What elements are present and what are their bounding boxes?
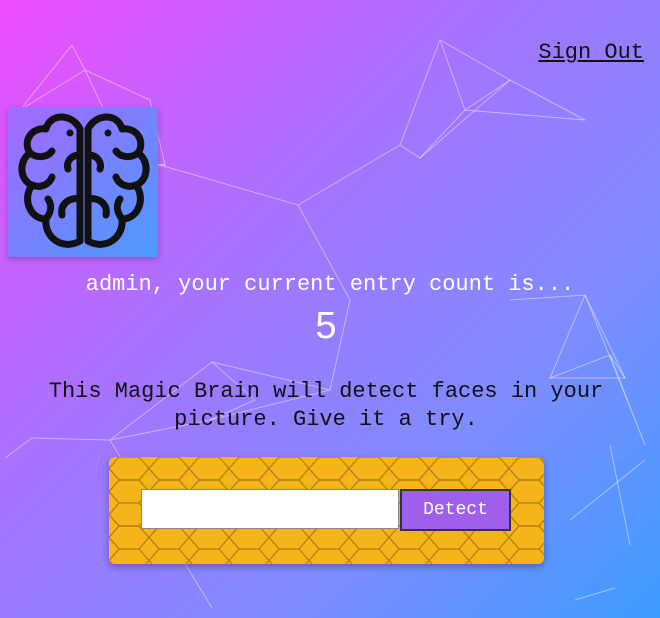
brain-icon <box>18 113 150 248</box>
entry-count-value: 5 <box>315 305 337 347</box>
detect-button[interactable]: Detect <box>400 489 511 531</box>
logo[interactable] <box>8 107 158 257</box>
image-url-input[interactable] <box>141 489 399 529</box>
description-text: This Magic Brain will detect faces in yo… <box>48 379 604 432</box>
image-link-form: Detect <box>109 457 544 564</box>
sign-out-link[interactable]: Sign Out <box>538 40 644 65</box>
entry-count-label: admin, your current entry count is... <box>85 272 575 297</box>
